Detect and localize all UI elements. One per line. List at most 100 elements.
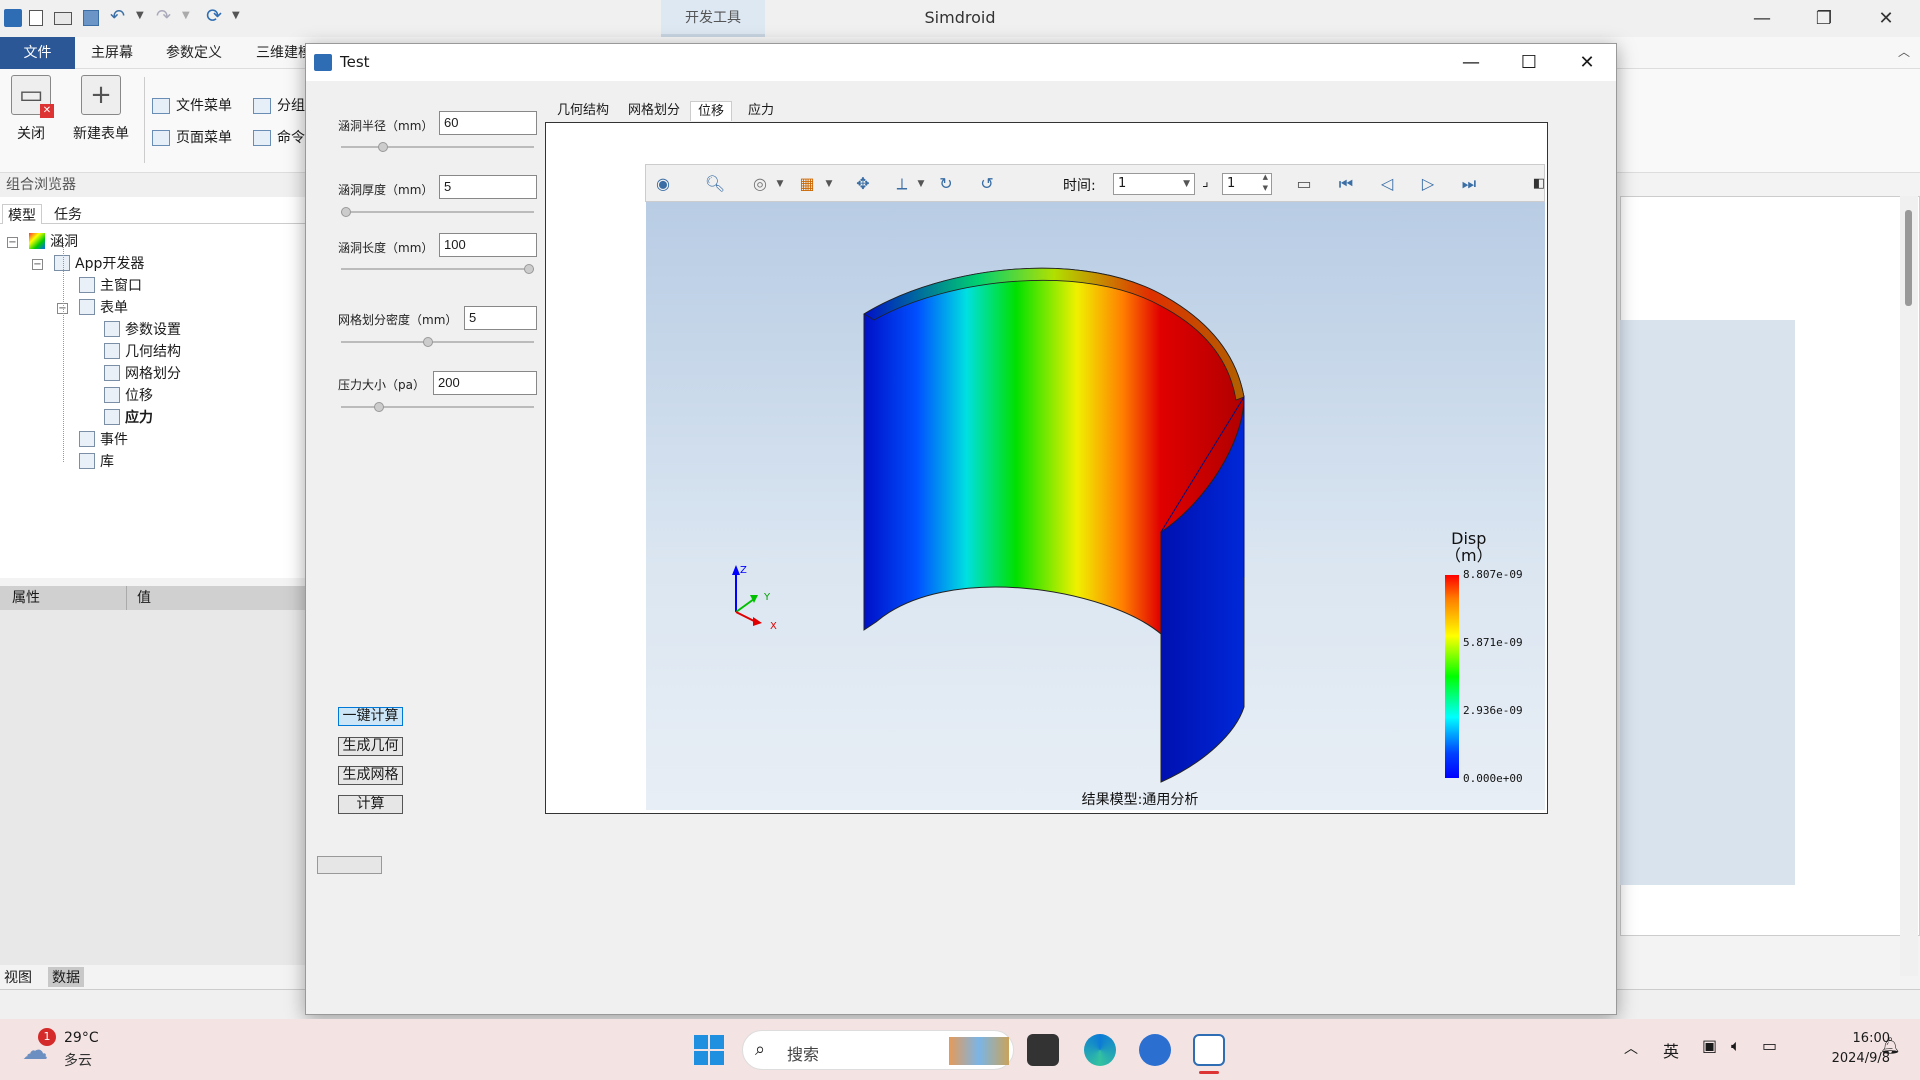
generate-mesh-button[interactable]: 生成网格 [338, 766, 403, 785]
step-spinbox[interactable]: 1 ▲ ▼ [1222, 173, 1272, 195]
tab-model[interactable]: 模型 [2, 204, 42, 224]
blank-button[interactable] [317, 856, 382, 874]
terminal-app-icon[interactable] [1027, 1034, 1059, 1066]
toolbar-overflow-icon[interactable]: ◧ [1528, 173, 1550, 195]
dialog-maximize-button[interactable]: ☐ [1500, 44, 1558, 81]
tab-stress[interactable]: 应力 [741, 101, 781, 121]
network-icon[interactable]: ▣ [1702, 1036, 1717, 1055]
menu-file[interactable]: 文件 [0, 37, 75, 69]
first-frame-icon[interactable]: ⏮ [1335, 173, 1357, 195]
pressure-slider-thumb[interactable] [373, 402, 384, 412]
tree-item-form-selected[interactable]: 应力 [104, 407, 153, 429]
length-slider[interactable] [341, 264, 534, 274]
refresh-icon[interactable]: ⟳ [206, 5, 222, 27]
thickness-input[interactable]: 5 [439, 175, 537, 199]
mesh-density-input[interactable]: 5 [464, 306, 537, 330]
menu-params[interactable]: 参数定义 [152, 37, 236, 69]
tab-data[interactable]: 数据 [48, 967, 84, 987]
restore-button[interactable]: ❐ [1795, 0, 1853, 37]
next-frame-icon[interactable]: ⏭ [1458, 173, 1480, 195]
simdroid-app-icon[interactable] [1193, 1034, 1225, 1066]
redo-dropdown-icon[interactable]: ▼ [182, 10, 190, 21]
tree-item-form[interactable]: 几何结构 [104, 341, 181, 363]
pressure-input[interactable]: 200 [433, 371, 537, 395]
edge-browser-icon[interactable] [1084, 1034, 1116, 1066]
tab-displacement[interactable]: 位移 [690, 101, 733, 121]
command-button[interactable]: 命令 [253, 128, 305, 148]
rotate-cw-icon[interactable]: ↻ [935, 173, 957, 195]
dialog-minimize-button[interactable]: — [1442, 44, 1500, 81]
tree-item-library[interactable]: 库 [79, 451, 114, 473]
zoom-fit-icon[interactable]: 🔍︎ [704, 173, 726, 195]
weather-temperature[interactable]: 29°C [64, 1030, 99, 1046]
length-slider-thumb[interactable] [524, 264, 534, 274]
vertical-scrollbar[interactable] [1900, 196, 1918, 976]
collapse-app-dev-icon[interactable]: − [32, 259, 43, 270]
open-folder-icon[interactable] [54, 12, 72, 25]
menu-home[interactable]: 主屏幕 [77, 37, 147, 69]
clock-time[interactable]: 16:00 [1810, 1031, 1890, 1046]
taskbar-search-box[interactable]: ⌕ 搜索 [742, 1030, 1014, 1070]
collapse-ribbon-icon[interactable]: ︿ [1898, 43, 1910, 60]
tree-item-main-window[interactable]: 主窗口 [79, 275, 142, 297]
customize-dropdown-icon[interactable]: ▼ [232, 10, 240, 21]
tray-overflow-icon[interactable]: ︿ [1624, 1038, 1638, 1058]
new-form-button[interactable]: + 新建表单 [66, 75, 136, 143]
save-icon[interactable] [83, 10, 99, 26]
tree-item-app-dev[interactable]: App开发器 [54, 253, 144, 275]
result-3d-canvas[interactable]: Z Y X [646, 202, 1545, 810]
context-tab-devtools[interactable]: 开发工具 [661, 0, 765, 37]
tab-geometry[interactable]: 几何结构 [550, 101, 616, 121]
start-windows-icon[interactable] [694, 1035, 724, 1065]
notification-bell-icon[interactable]: 🔔︎ [1880, 1036, 1900, 1055]
group-button[interactable]: 分组 [253, 96, 305, 116]
new-file-icon[interactable] [29, 10, 43, 26]
display-mode-dropdown-icon[interactable]: ▼ [818, 173, 840, 195]
mesh-density-slider[interactable] [341, 337, 534, 347]
tab-task[interactable]: 任务 [50, 204, 86, 224]
undo-icon[interactable]: ↶ [110, 6, 125, 27]
rotate-ccw-icon[interactable]: ↺ [976, 173, 998, 195]
previous-frame-icon[interactable]: ◁ [1376, 173, 1398, 195]
radius-slider[interactable] [341, 142, 534, 152]
undo-dropdown-icon[interactable]: ▼ [136, 10, 144, 21]
generate-geometry-button[interactable]: 生成几何 [338, 737, 403, 756]
camera-snapshot-icon[interactable]: ◉ [652, 173, 674, 195]
page-menu-button[interactable]: 页面菜单 [152, 128, 232, 148]
display-mode-icon[interactable]: ▦ [796, 173, 818, 195]
minimize-button[interactable]: — [1733, 0, 1791, 37]
visibility-dropdown-icon[interactable]: ▼ [769, 173, 791, 195]
dialog-close-button[interactable]: ✕ [1558, 44, 1616, 81]
tree-item-form[interactable]: 网格划分 [104, 363, 181, 385]
close-form-button[interactable]: ▭ ✕ 关闭 [8, 75, 54, 143]
one-click-compute-button[interactable]: 一键计算 [338, 707, 403, 726]
time-select[interactable]: 1 ▼ [1113, 173, 1195, 195]
weather-description[interactable]: 多云 [64, 1050, 92, 1070]
radius-slider-thumb[interactable] [377, 142, 388, 152]
scrollbar-thumb[interactable] [1905, 210, 1912, 306]
thickness-slider[interactable] [341, 207, 534, 217]
tree-item-events[interactable]: 事件 [79, 429, 128, 451]
tab-view[interactable]: 视图 [4, 967, 32, 987]
tree-item-forms[interactable]: 表单 [79, 297, 128, 319]
thickness-slider-thumb[interactable] [341, 207, 351, 217]
clock-date[interactable]: 2024/9/8 [1795, 1051, 1890, 1066]
tab-mesh[interactable]: 网格划分 [621, 101, 687, 121]
volume-icon[interactable]: 🔈︎ [1731, 1036, 1741, 1056]
collapse-root-icon[interactable]: − [7, 237, 18, 248]
redo-icon[interactable]: ↷ [156, 6, 171, 27]
tree-item-form[interactable]: 参数设置 [104, 319, 181, 341]
visibility-icon[interactable]: ◎ [749, 173, 771, 195]
view-axes-dropdown-icon[interactable]: ▼ [910, 173, 932, 195]
pressure-slider[interactable] [341, 402, 534, 412]
spin-arrows-icon[interactable]: ▲ ▼ [1263, 172, 1268, 194]
file-menu-button[interactable]: 文件菜单 [152, 96, 232, 116]
app-icon[interactable] [1139, 1034, 1171, 1066]
pan-icon[interactable]: ✥ [852, 173, 874, 195]
ime-indicator[interactable]: 英 [1663, 1038, 1679, 1062]
battery-icon[interactable]: ▭ [1762, 1036, 1777, 1055]
play-icon[interactable]: ▷ [1417, 173, 1439, 195]
length-input[interactable]: 100 [439, 233, 537, 257]
tree-item-root[interactable]: 涵洞 [29, 231, 78, 253]
close-app-button[interactable]: ✕ [1857, 0, 1915, 37]
